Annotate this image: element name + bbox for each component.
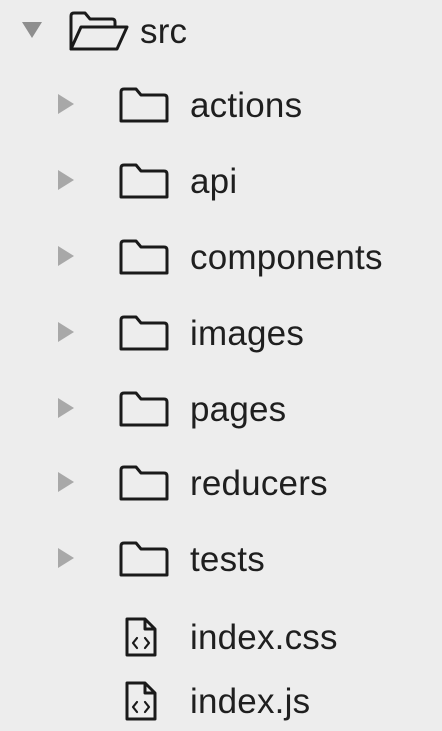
tree-item-src[interactable]: src [0,4,442,60]
disclosure-triangle-right-icon[interactable] [58,472,74,492]
tree-item-label: index.css [190,618,338,657]
folder-icon [118,162,170,200]
tree-item-actions[interactable]: actions [0,80,442,136]
folder-icon [118,540,170,578]
disclosure-triangle-right-icon[interactable] [58,398,74,418]
file-tree: src actions api components images pages … [0,0,442,731]
folder-icon [118,390,170,428]
tree-item-label: images [190,314,305,353]
folder-icon [118,238,170,276]
tree-item-tests[interactable]: tests [0,534,442,590]
disclosure-triangle-right-icon[interactable] [58,170,74,190]
folder-icon [118,314,170,352]
disclosure-triangle-right-icon[interactable] [58,322,74,342]
tree-item-label: reducers [190,464,328,503]
tree-item-label: components [190,238,383,277]
disclosure-triangle-right-icon[interactable] [58,548,74,568]
tree-item-label: pages [190,390,287,429]
tree-item-api[interactable]: api [0,156,442,212]
tree-item-label: src [140,12,188,51]
disclosure-triangle-right-icon[interactable] [58,246,74,266]
tree-item-label: api [190,162,238,201]
disclosure-triangle-right-icon[interactable] [58,94,74,114]
tree-item-index-js[interactable]: index.js [0,672,442,728]
tree-item-index-css[interactable]: index.css [0,610,442,666]
tree-item-reducers[interactable]: reducers [0,458,442,514]
folder-open-icon [68,10,130,52]
tree-item-label: actions [190,86,303,125]
folder-icon [118,86,170,124]
tree-item-components[interactable]: components [0,232,442,288]
code-file-icon [124,680,158,722]
tree-item-pages[interactable]: pages [0,384,442,440]
tree-item-label: index.js [190,682,311,721]
code-file-icon [124,616,158,658]
tree-item-images[interactable]: images [0,308,442,364]
disclosure-triangle-down-icon[interactable] [22,22,42,39]
folder-icon [118,464,170,502]
tree-item-label: tests [190,540,265,579]
